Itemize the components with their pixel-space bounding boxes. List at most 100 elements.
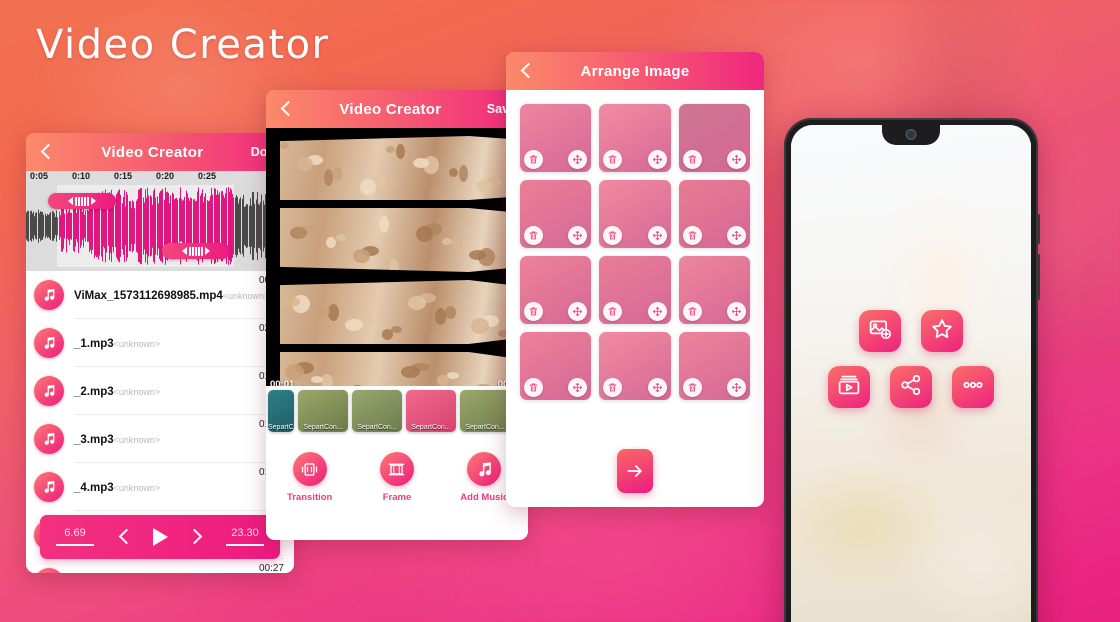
tool-label: Transition: [286, 492, 333, 503]
next-button-wrap: [506, 449, 764, 493]
preview-frame-image: [280, 208, 522, 272]
phone-volume-up-button: [1037, 214, 1040, 244]
editing-tools-bar: Transition Frame Add Music: [266, 440, 528, 540]
trash-icon[interactable]: [682, 150, 702, 169]
music-note-icon: [34, 328, 64, 358]
trash-icon[interactable]: [524, 226, 543, 245]
track-name: _3.mp3: [74, 434, 114, 446]
tool-label: Add Music: [460, 492, 509, 503]
add-image-button[interactable]: [859, 310, 901, 352]
clip-thumbnail[interactable]: SepartCon...: [406, 390, 456, 432]
image-cell[interactable]: [599, 256, 671, 324]
trash-icon[interactable]: [682, 226, 702, 245]
track-name: _2.mp3: [74, 386, 114, 398]
clip-thumbnail[interactable]: SepartCon...: [352, 390, 402, 432]
video-library-button[interactable]: [828, 366, 870, 408]
video-preview[interactable]: 00:01 00:09: [266, 128, 528, 420]
list-item[interactable]: _1.mp3<unknown>02:25: [26, 319, 294, 367]
play-icon[interactable]: [152, 528, 168, 546]
move-arrows-icon[interactable]: [647, 226, 667, 245]
next-chevron-icon[interactable]: [188, 530, 202, 544]
image-cell[interactable]: [678, 180, 750, 248]
move-arrows-icon[interactable]: [647, 378, 667, 397]
video-panel-header: Video Creator Save: [266, 90, 528, 128]
audio-player-bar: 6.69 23.30: [40, 515, 280, 559]
track-info: _1.mp3<unknown>: [64, 334, 259, 352]
image-grid[interactable]: [506, 100, 764, 507]
track-info: _4.mp3<unknown>: [64, 478, 259, 496]
music-note-icon: [467, 452, 502, 486]
list-item[interactable]: letmeloveyou-62230.mp3<unknown>00:27: [26, 559, 294, 573]
prev-chevron-icon[interactable]: [118, 530, 132, 544]
preview-band: [280, 208, 522, 272]
phone-power-button: [1037, 254, 1040, 300]
clip-thumbnail-strip[interactable]: SepartCon... SepartCon... SepartCon... Sepa…: [266, 386, 528, 436]
clip-thumbnail-label: SepartCon...: [357, 424, 397, 431]
image-cell[interactable]: [678, 104, 750, 172]
list-item[interactable]: _4.mp3<unknown>01:50: [26, 463, 294, 511]
video-panel-title: Video Creator: [339, 100, 442, 118]
image-cell[interactable]: [599, 180, 671, 248]
share-button[interactable]: [890, 366, 932, 408]
image-cell[interactable]: [520, 256, 592, 324]
track-artist: <unknown>: [113, 483, 161, 493]
trash-icon[interactable]: [524, 150, 543, 169]
trash-icon[interactable]: [524, 378, 543, 397]
track-artist: <unknown>: [113, 339, 161, 349]
track-artist: <unknown>: [222, 291, 270, 301]
next-button[interactable]: [617, 449, 653, 493]
back-chevron-icon[interactable]: [278, 101, 294, 117]
music-note-icon: [34, 424, 64, 454]
image-cell[interactable]: [599, 332, 671, 400]
star-button[interactable]: [921, 310, 963, 352]
button-row: [859, 310, 963, 352]
image-cell[interactable]: [520, 180, 592, 248]
track-artist: <unknown>: [113, 387, 161, 397]
arrange-image-panel: Arrange Image: [506, 52, 764, 507]
image-cell[interactable]: [599, 104, 671, 172]
music-note-icon: [34, 280, 64, 310]
waveform-editor[interactable]: 0:05 0:10 0:15 0:20 0:25: [26, 171, 294, 271]
move-arrows-icon[interactable]: [727, 150, 746, 169]
preview-band: [280, 136, 522, 200]
clip-thumbnail[interactable]: SepartCon...: [268, 390, 294, 432]
audio-panel-header: Video Creator Done: [26, 133, 294, 171]
image-cell[interactable]: [520, 104, 592, 172]
move-arrows-icon[interactable]: [727, 226, 746, 245]
tool-transition[interactable]: Transition: [277, 452, 343, 540]
arrange-panel-header: Arrange Image: [506, 52, 764, 90]
trash-icon[interactable]: [524, 302, 543, 321]
music-note-icon: [34, 376, 64, 406]
image-cell[interactable]: [678, 332, 750, 400]
tool-frame[interactable]: Frame: [364, 452, 430, 540]
more-dots-button[interactable]: [952, 366, 994, 408]
phone-mockup: [784, 118, 1040, 622]
move-arrows-icon[interactable]: [647, 150, 667, 169]
list-item[interactable]: _2.mp3<unknown>01:40: [26, 367, 294, 415]
move-arrows-icon[interactable]: [727, 378, 746, 397]
trim-handle-end-icon[interactable]: [162, 243, 230, 259]
track-name: _1.mp3: [74, 338, 114, 350]
clip-thumbnail-label: SepartCon...: [268, 424, 294, 431]
trash-icon[interactable]: [682, 378, 702, 397]
list-item[interactable]: ViMax_1573112698985.mp4<unknown>00:00: [26, 271, 294, 319]
list-item[interactable]: _3.mp3<unknown>01:40: [26, 415, 294, 463]
clip-thumbnail-label: SepartCon...: [411, 424, 451, 431]
clip-thumbnail[interactable]: SepartCon...: [298, 390, 348, 432]
back-chevron-icon[interactable]: [38, 144, 54, 160]
video-creator-panel: Video Creator Save 00:01 00:09 SepartCon…: [266, 90, 528, 540]
trash-icon[interactable]: [682, 302, 702, 321]
audio-picker-panel: Video Creator Done 0:050:100:150:200:25 …: [26, 133, 294, 573]
move-arrows-icon[interactable]: [647, 302, 667, 321]
image-cell[interactable]: [678, 256, 750, 324]
app-action-buttons: [791, 310, 1031, 408]
preview-frame-image: [280, 280, 522, 344]
image-cell[interactable]: [520, 332, 592, 400]
back-chevron-icon[interactable]: [518, 63, 534, 79]
tool-label: Frame: [382, 492, 412, 503]
move-arrows-icon[interactable]: [727, 302, 746, 321]
trim-handle-start-icon[interactable]: [48, 193, 116, 209]
clip-thumbnail[interactable]: SepartCon...: [460, 390, 510, 432]
clip-thumbnail-label: SepartCon...: [303, 424, 343, 431]
page-title: Video Creator: [36, 22, 330, 68]
